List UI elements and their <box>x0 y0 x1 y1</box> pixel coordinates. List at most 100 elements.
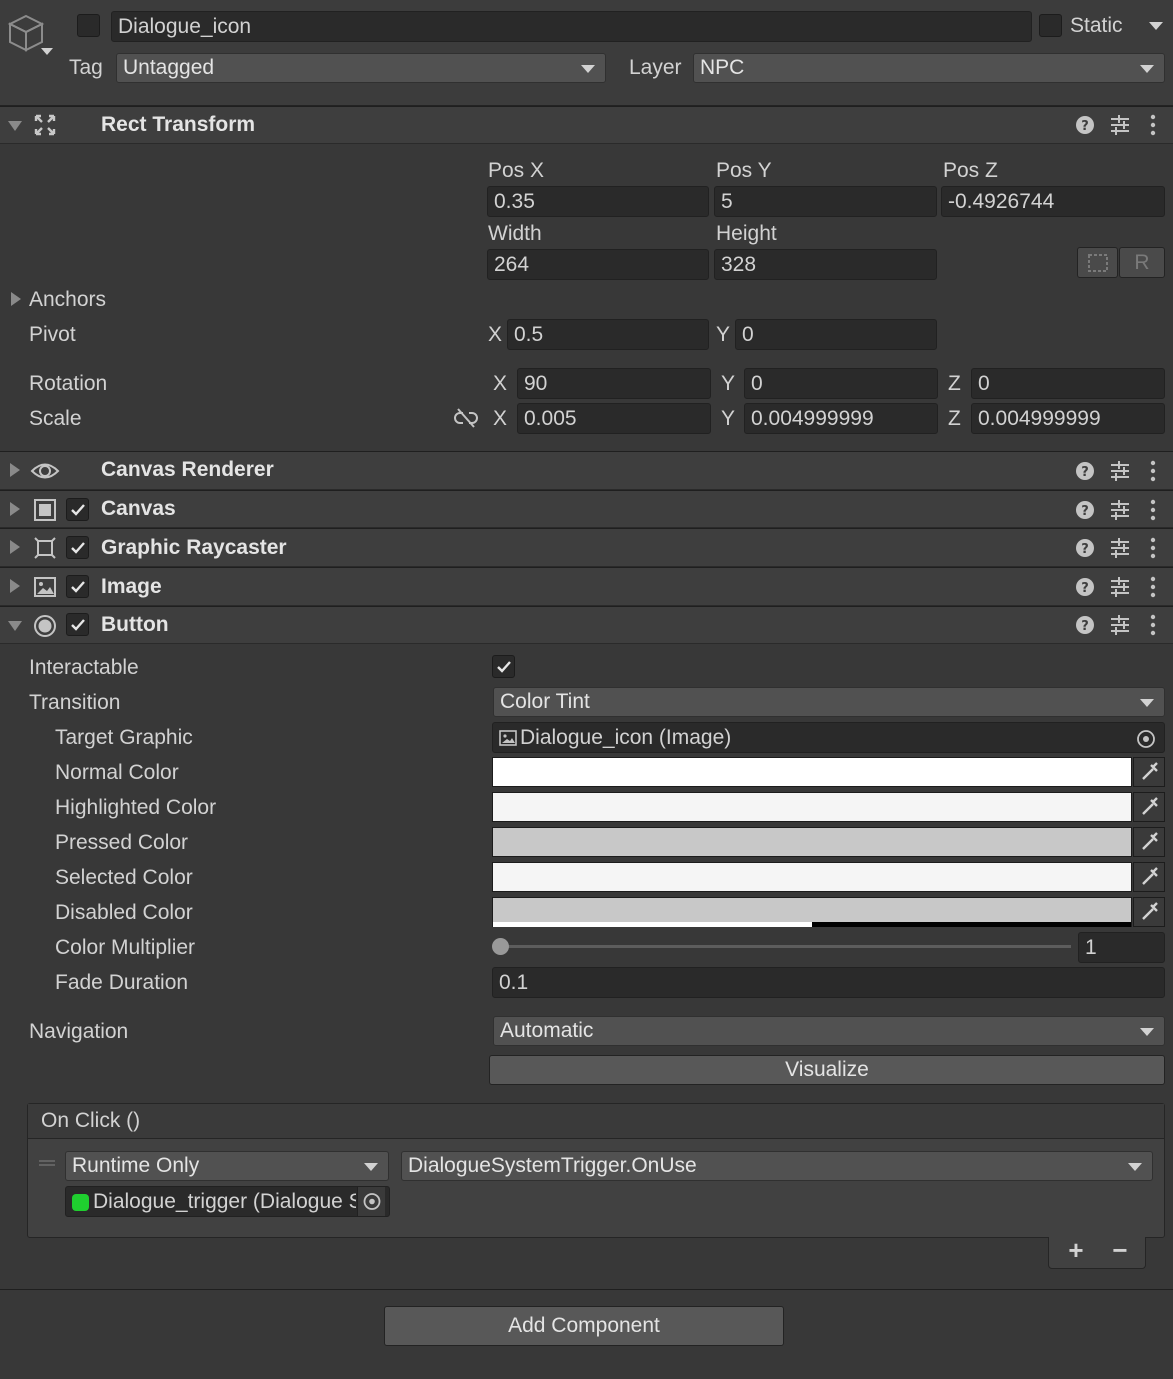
normal-color-picker[interactable] <box>1133 757 1165 787</box>
color-multiplier-slider-thumb[interactable] <box>492 938 509 955</box>
help-settings-menu-icon[interactable]: ? <box>1073 459 1163 483</box>
height-field[interactable]: 328 <box>714 249 937 280</box>
color-multiplier-label: Color Multiplier <box>55 936 196 959</box>
disabled-color-swatch[interactable] <box>492 897 1132 927</box>
canvas-renderer-header[interactable]: Canvas Renderer ? <box>0 451 1173 490</box>
footer-divider <box>0 1289 1173 1290</box>
drag-handle-icon[interactable] <box>39 1160 55 1166</box>
layer-label: Layer <box>629 56 682 79</box>
navigation-label: Navigation <box>29 1020 129 1043</box>
selected-color-picker[interactable] <box>1133 862 1165 892</box>
width-field[interactable]: 264 <box>487 249 709 280</box>
blueprint-icon <box>1087 254 1108 272</box>
pos-x-field[interactable]: 0.35 <box>487 186 709 217</box>
image-header[interactable]: Image ? <box>0 567 1173 606</box>
scale-x-field[interactable]: 0.005 <box>517 403 711 434</box>
blueprint-mode-button[interactable] <box>1077 247 1118 278</box>
canvas-header[interactable]: Canvas ? <box>0 490 1173 528</box>
object-name-input[interactable]: Dialogue_icon <box>111 11 1032 42</box>
eyedropper-icon <box>1142 902 1158 920</box>
visualize-button[interactable]: Visualize <box>489 1055 1165 1085</box>
color-multiplier-slider-track[interactable] <box>497 945 1071 948</box>
static-checkbox[interactable] <box>1039 14 1062 37</box>
help-settings-menu-icon[interactable]: ? <box>1073 613 1163 637</box>
graphic-raycaster-header[interactable]: Graphic Raycaster ? <box>0 528 1173 567</box>
disabled-color-label: Disabled Color <box>55 901 193 924</box>
layer-dropdown[interactable]: NPC <box>693 53 1165 83</box>
svg-text:?: ? <box>1081 504 1089 519</box>
fade-duration-label: Fade Duration <box>55 971 189 994</box>
pressed-color-picker[interactable] <box>1133 827 1165 857</box>
pressed-color-swatch[interactable] <box>492 827 1132 857</box>
highlighted-color-swatch[interactable] <box>492 792 1132 822</box>
highlighted-color-picker[interactable] <box>1133 792 1165 822</box>
chevron-down-icon <box>364 1163 378 1171</box>
add-component-button[interactable]: Add Component <box>384 1306 784 1346</box>
rotation-x-axis-label: X <box>493 372 508 395</box>
pos-z-field[interactable]: -0.4926744 <box>941 186 1165 217</box>
svg-text:?: ? <box>1081 581 1089 596</box>
scale-y-field[interactable]: 0.004999999 <box>744 403 938 434</box>
anchors-foldout-icon[interactable] <box>11 292 21 306</box>
interactable-checkbox[interactable] <box>492 655 515 678</box>
foldout-collapsed-icon[interactable] <box>10 540 20 554</box>
foldout-expanded-icon[interactable] <box>8 121 22 131</box>
normal-color-swatch[interactable] <box>492 757 1132 787</box>
constrain-proportions-link-icon[interactable] <box>454 407 478 429</box>
rotation-z-axis-label: Z <box>948 372 961 395</box>
target-graphic-field[interactable]: Dialogue_icon (Image) <box>492 722 1165 753</box>
pivot-y-field[interactable]: 0 <box>735 319 937 350</box>
scale-label: Scale <box>29 407 82 430</box>
anchors-label[interactable]: Anchors <box>29 288 106 312</box>
help-settings-menu-icon[interactable]: ? <box>1073 498 1163 522</box>
help-settings-menu-icon[interactable]: ? <box>1073 113 1163 137</box>
rect-transform-title: Rect Transform <box>101 113 256 136</box>
pressed-color-label: Pressed Color <box>55 831 189 854</box>
add-listener-button[interactable]: + <box>1064 1235 1088 1265</box>
pos-y-field[interactable]: 5 <box>714 186 937 217</box>
object-picker-icon[interactable] <box>357 1187 385 1216</box>
rotation-y-axis-label: Y <box>721 372 736 395</box>
button-header[interactable]: Button ? <box>0 606 1173 644</box>
rect-transform-header[interactable]: Rect Transform ? <box>0 106 1173 144</box>
help-settings-menu-icon[interactable]: ? <box>1073 536 1163 560</box>
foldout-collapsed-icon[interactable] <box>10 579 20 593</box>
graphic-raycaster-enabled-checkbox[interactable] <box>66 536 89 559</box>
rotation-z-field[interactable]: 0 <box>971 368 1165 399</box>
svg-text:?: ? <box>1081 619 1089 634</box>
raw-edit-button[interactable]: R <box>1119 247 1165 278</box>
foldout-collapsed-icon[interactable] <box>10 502 20 516</box>
selected-color-swatch[interactable] <box>492 862 1132 892</box>
foldout-expanded-icon[interactable] <box>8 621 22 631</box>
on-click-header-bar <box>28 1104 1164 1139</box>
target-object-field[interactable]: Dialogue_trigger (Dialogue S <box>65 1186 390 1217</box>
tag-dropdown[interactable]: Untagged <box>116 53 606 83</box>
rect-transform-icon <box>33 113 57 137</box>
scale-z-field[interactable]: 0.004999999 <box>971 403 1165 434</box>
pivot-x-field[interactable]: 0.5 <box>507 319 709 350</box>
rotation-y-field[interactable]: 0 <box>744 368 938 399</box>
image-enabled-checkbox[interactable] <box>66 575 89 598</box>
function-dropdown[interactable]: DialogueSystemTrigger.OnUse <box>401 1151 1153 1181</box>
button-enabled-checkbox[interactable] <box>66 613 89 636</box>
height-label: Height <box>716 222 777 245</box>
navigation-dropdown[interactable]: Automatic <box>493 1016 1165 1046</box>
button-component-icon <box>33 614 57 638</box>
canvas-enabled-checkbox[interactable] <box>66 498 89 521</box>
selected-color-label: Selected Color <box>55 866 193 889</box>
active-checkbox[interactable] <box>77 14 100 37</box>
foldout-collapsed-icon[interactable] <box>10 463 20 477</box>
static-dropdown-arrow-icon[interactable] <box>1149 22 1163 30</box>
runtime-dropdown[interactable]: Runtime Only <box>65 1151 389 1181</box>
transition-dropdown[interactable]: Color Tint <box>493 687 1165 717</box>
color-multiplier-field[interactable]: 1 <box>1078 932 1165 963</box>
svg-text:?: ? <box>1081 542 1089 557</box>
fade-duration-field[interactable]: 0.1 <box>492 967 1165 998</box>
help-settings-menu-icon[interactable]: ? <box>1073 575 1163 599</box>
icon-dropdown-arrow-icon[interactable] <box>41 48 53 55</box>
remove-listener-button[interactable]: − <box>1108 1235 1132 1265</box>
rotation-x-field[interactable]: 90 <box>517 368 711 399</box>
object-picker-icon[interactable] <box>1136 728 1156 748</box>
gameobject-cube-icon <box>6 12 46 52</box>
disabled-color-picker[interactable] <box>1133 897 1165 927</box>
